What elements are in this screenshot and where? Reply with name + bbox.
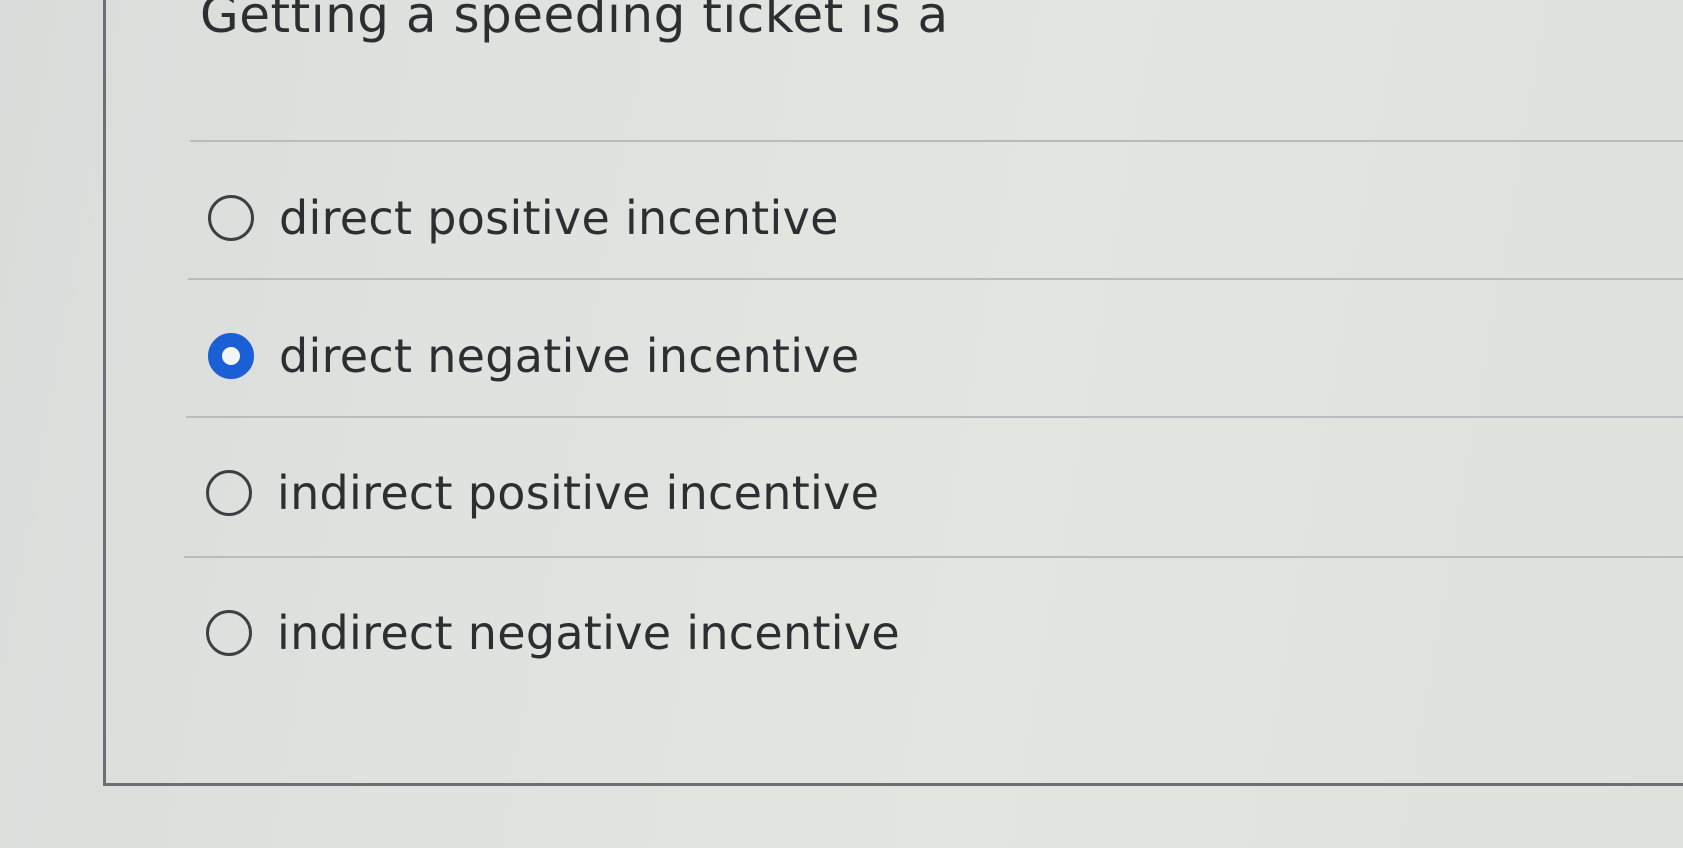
option-indirect-negative[interactable]: indirect negative incentive [206, 606, 900, 660]
panel-border-bottom [103, 783, 1683, 786]
divider-1 [190, 140, 1683, 142]
option-direct-negative[interactable]: direct negative incentive [208, 329, 859, 383]
radio-unchecked-icon[interactable] [206, 470, 252, 516]
radio-checked-icon[interactable] [208, 333, 254, 379]
option-label: indirect positive incentive [277, 466, 880, 520]
radio-unchecked-icon[interactable] [208, 195, 254, 241]
option-direct-positive[interactable]: direct positive incentive [208, 191, 839, 245]
divider-2 [188, 278, 1683, 280]
divider-4 [184, 556, 1683, 558]
option-label: direct positive incentive [279, 191, 839, 245]
question-text: Getting a speeding ticket is a [200, 0, 949, 44]
radio-unchecked-icon[interactable] [206, 610, 252, 656]
option-label: direct negative incentive [279, 329, 860, 383]
option-label: indirect negative incentive [277, 606, 900, 660]
panel-border-left [103, 0, 106, 786]
divider-3 [186, 416, 1683, 418]
option-indirect-positive[interactable]: indirect positive incentive [206, 466, 879, 520]
